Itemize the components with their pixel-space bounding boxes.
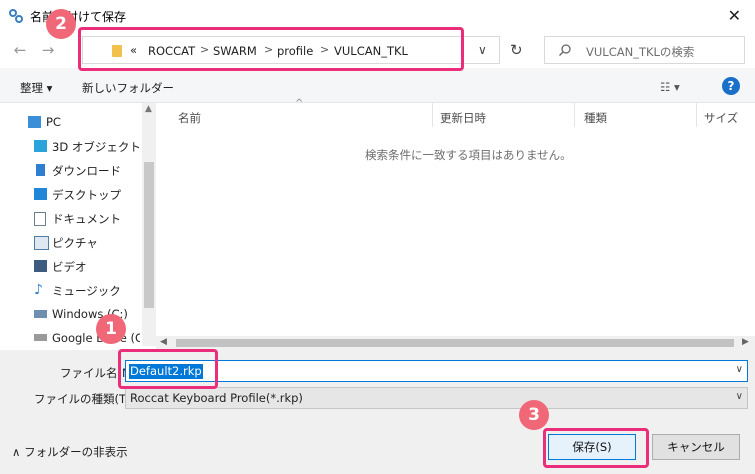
filename-dropdown-icon[interactable]: ∨ — [736, 364, 743, 375]
address-dropdown-icon[interactable]: ∨ — [478, 43, 487, 57]
column-separator[interactable] — [696, 103, 697, 127]
filetype-dropdown-icon[interactable]: ∨ — [736, 391, 743, 402]
cube-icon — [34, 140, 47, 152]
filename-highlight — [118, 349, 218, 389]
column-header-type[interactable]: 種類 — [584, 110, 607, 126]
drive-icon — [34, 310, 47, 318]
step-marker-1: 1 — [96, 314, 126, 344]
filetype-select[interactable]: Roccat Keyboard Profile(*.rkp) ∨ — [125, 387, 748, 409]
new-folder-button[interactable]: 新しいフォルダー — [82, 80, 174, 96]
search-icon — [559, 44, 571, 56]
sidebar-item-3d-objects[interactable]: 3D オブジェクト — [0, 135, 141, 159]
organize-menu[interactable]: 整理 ▾ — [20, 80, 52, 96]
sidebar-item-label: ミュージック — [52, 284, 121, 298]
column-separator[interactable] — [574, 103, 575, 127]
sidebar-item-videos[interactable]: ビデオ — [0, 255, 140, 279]
sidebar-item-label: ドキュメント — [52, 212, 121, 226]
sidebar-item-label: ピクチャ — [52, 236, 98, 250]
video-icon — [34, 260, 47, 272]
view-options-icon[interactable]: ☷ ▾ — [660, 80, 680, 94]
window-title: 名前を付けて保存 — [30, 10, 127, 24]
cancel-button[interactable]: キャンセル — [652, 434, 740, 460]
hide-folders-toggle[interactable]: ∧ フォルダーの非表示 — [12, 444, 128, 460]
sidebar-item-label: ダウンロード — [52, 164, 121, 178]
document-icon — [34, 212, 46, 226]
close-icon[interactable]: ✕ — [728, 6, 741, 25]
sidebar-item-pc[interactable]: PC — [0, 111, 140, 135]
picture-icon — [34, 236, 49, 250]
column-separator[interactable] — [432, 103, 433, 127]
help-icon[interactable]: ? — [722, 77, 740, 95]
sidebar-item-downloads[interactable]: ダウンロード — [0, 159, 140, 183]
column-header-size[interactable]: サイズ — [704, 110, 738, 126]
sidebar-item-documents[interactable]: ドキュメント — [0, 207, 140, 231]
back-arrow-icon[interactable]: ← — [10, 40, 30, 60]
save-button-highlight — [543, 428, 649, 468]
desktop-icon — [34, 188, 47, 200]
scroll-right-icon[interactable]: ▶ — [742, 337, 749, 347]
sidebar-item-label: ビデオ — [52, 260, 87, 274]
download-icon — [36, 164, 45, 176]
sort-indicator-icon: ^ — [295, 98, 304, 109]
app-icon — [9, 9, 23, 23]
empty-results-message: 検索条件に一致する項目はありません。 — [365, 148, 572, 162]
sidebar-item-label: デスクトップ — [52, 188, 121, 202]
sidebar-item-label: PC — [46, 115, 61, 129]
sidebar-item-music[interactable]: ♪ ミュージック — [0, 279, 140, 303]
scroll-left-icon[interactable]: ◀ — [160, 337, 167, 347]
scroll-up-icon[interactable]: ▲ — [145, 104, 152, 114]
refresh-icon[interactable]: ↻ — [510, 41, 523, 59]
filetype-label: ファイルの種類(T): — [34, 392, 135, 406]
step-marker-3: 3 — [519, 400, 549, 430]
column-header-name[interactable]: 名前 — [178, 110, 201, 126]
sidebar-item-pictures[interactable]: ピクチャ — [0, 231, 140, 255]
filetype-value: Roccat Keyboard Profile(*.rkp) — [130, 391, 303, 405]
sidebar-item-desktop[interactable]: デスクトップ — [0, 183, 140, 207]
sidebar-item-label: 3D オブジェクト — [52, 140, 141, 154]
search-placeholder: VULCAN_TKLの検索 — [586, 45, 695, 59]
column-header-modified[interactable]: 更新日時 — [440, 110, 486, 126]
horizontal-scroll-thumb[interactable] — [176, 339, 734, 347]
sidebar-scroll-thumb[interactable] — [144, 162, 154, 308]
forward-arrow-icon[interactable]: → — [38, 40, 58, 60]
drive-icon — [34, 334, 47, 341]
filename-field[interactable]: Default2.rkp ∨ — [125, 360, 748, 382]
pc-icon — [28, 116, 41, 128]
step-marker-2: 2 — [46, 9, 76, 39]
music-icon: ♪ — [34, 282, 43, 298]
address-bar-highlight — [78, 27, 464, 71]
